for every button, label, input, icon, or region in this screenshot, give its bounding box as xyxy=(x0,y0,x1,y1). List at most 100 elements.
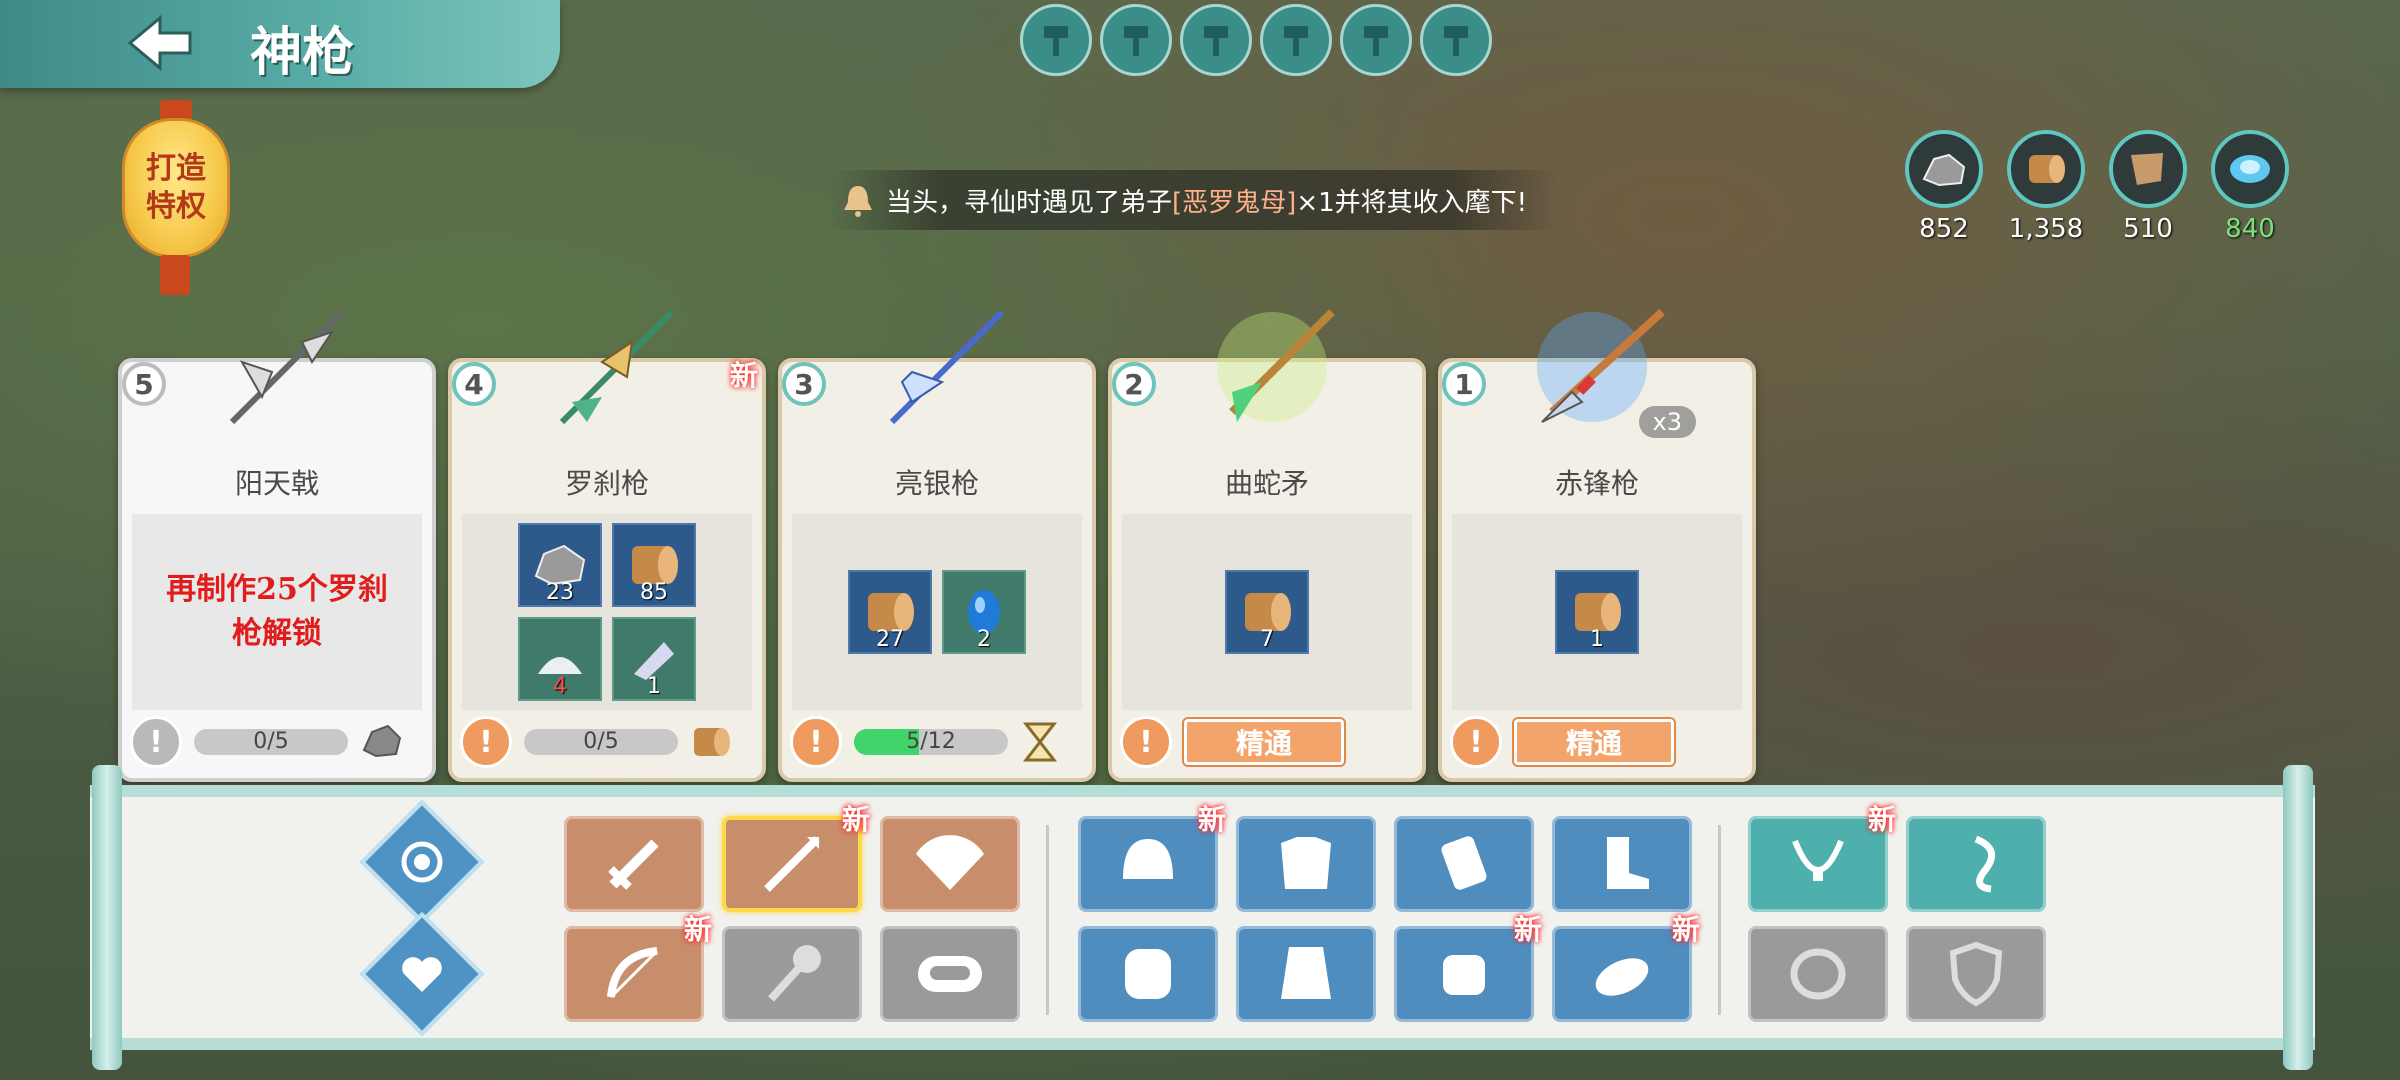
forge-slot-5[interactable] xyxy=(1340,4,1412,76)
resource-leather-value: 510 xyxy=(2123,214,2173,244)
back-arrow-icon xyxy=(127,14,192,72)
material-slot[interactable]: 85 xyxy=(612,523,696,607)
unlock-requirement: 再制作25个罗刹枪解锁 xyxy=(166,572,388,651)
hammer-icon xyxy=(1204,26,1228,56)
page-title: 神枪 xyxy=(250,22,355,83)
mastery-button[interactable]: 精通 xyxy=(1512,717,1676,767)
resource-wood[interactable]: 1,358 xyxy=(2007,130,2085,244)
ring-icon xyxy=(1790,948,1846,1000)
material-grid: 23 85 4 1 xyxy=(518,523,696,701)
ore-icon xyxy=(1922,153,1966,187)
material-slot[interactable]: 2 xyxy=(942,570,1026,654)
spear-icon xyxy=(559,309,675,425)
spear-icon xyxy=(764,836,820,892)
material-slot[interactable]: 1 xyxy=(1555,570,1639,654)
hammer-icon xyxy=(1044,26,1068,56)
serpent-spear-icon xyxy=(1217,309,1335,422)
sword-icon xyxy=(608,839,659,890)
material-slot[interactable]: 7 xyxy=(1225,570,1309,654)
alert-icon[interactable]: ! xyxy=(1450,716,1502,768)
forge-slot-6[interactable] xyxy=(1420,4,1492,76)
card-rank-badge: 5 xyxy=(122,362,166,406)
lantern-label-1: 打造 xyxy=(146,151,206,186)
alert-icon[interactable]: ! xyxy=(1120,716,1172,768)
card-body: 27 2 xyxy=(792,514,1082,710)
wood-icon xyxy=(2029,155,2065,183)
material-slot[interactable]: 27 xyxy=(848,570,932,654)
new-tag: 新 xyxy=(1514,913,1543,946)
back-button[interactable] xyxy=(120,8,200,78)
card-body: 7 xyxy=(1122,514,1412,710)
weapon-card[interactable]: 5 阳天戟 再制作25个罗刹枪解锁 ! 0/5 xyxy=(118,309,436,782)
card-rank-badge: 2 xyxy=(1112,362,1156,406)
resource-ore[interactable]: 852 xyxy=(1905,130,1983,244)
forge-slots xyxy=(1020,4,1492,76)
hammer-icon xyxy=(1364,26,1388,56)
new-tag: 新 xyxy=(1672,913,1701,946)
category-robe-button[interactable] xyxy=(1236,926,1376,1022)
category-pauldron-button[interactable] xyxy=(1078,926,1218,1022)
scroll-rod-right xyxy=(2283,765,2313,1070)
category-helmet-button[interactable] xyxy=(1078,816,1218,912)
category-armor-button[interactable] xyxy=(1236,816,1376,912)
forge-slot-3[interactable] xyxy=(1180,4,1252,76)
card-rank-badge: 3 xyxy=(782,362,826,406)
category-necklace-button[interactable] xyxy=(1748,816,1888,912)
axe-icon xyxy=(768,945,821,1002)
category-bow-button[interactable] xyxy=(564,926,704,1022)
category-axe-button[interactable] xyxy=(722,926,862,1022)
alert-icon[interactable]: ! xyxy=(790,716,842,768)
alert-icon[interactable]: ! xyxy=(130,716,182,768)
material-slot[interactable]: 4 xyxy=(518,617,602,701)
resource-leather[interactable]: 510 xyxy=(2109,130,2187,244)
weapon-cards: 5 阳天戟 再制作25个罗刹枪解锁 ! 0/5 4 新 罗刹枪 23 85 4 … xyxy=(118,309,1756,782)
resource-wood-value: 1,358 xyxy=(2008,214,2084,244)
craft-progress-bar: 0/5 xyxy=(524,729,678,755)
scroll-rod-left xyxy=(92,765,122,1070)
lantern-tassel xyxy=(160,255,190,295)
category-shoes-button[interactable] xyxy=(1552,926,1692,1022)
material-slot[interactable]: 23 xyxy=(518,523,602,607)
category-bracer-button[interactable] xyxy=(1394,816,1534,912)
craft-progress-text: 0/5 xyxy=(253,729,289,754)
heart-icon xyxy=(402,957,442,992)
card-body: 23 85 4 1 xyxy=(462,514,752,710)
card-weapon-name: 阳天戟 xyxy=(234,467,319,500)
weapon-card[interactable]: 4 新 罗刹枪 23 85 4 1 ! 0/5 xyxy=(448,309,766,782)
wood-icon xyxy=(694,728,730,756)
category-charm-button[interactable] xyxy=(1906,816,2046,912)
category-ring-button[interactable] xyxy=(1748,926,1888,1022)
category-mask-button[interactable] xyxy=(880,926,1020,1022)
category-boots-button[interactable] xyxy=(1552,816,1692,912)
forge-slot-4[interactable] xyxy=(1260,4,1332,76)
necklace-icon xyxy=(1792,839,1844,881)
silver-spear-icon xyxy=(889,309,1005,425)
category-spear-button[interactable] xyxy=(722,816,862,912)
weapon-card[interactable]: 2 曲蛇矛 7 ! 精通 xyxy=(1108,309,1426,782)
hourglass-icon xyxy=(1022,722,1058,762)
resource-crystal[interactable]: 840 xyxy=(2211,130,2289,244)
category-fan-button[interactable] xyxy=(880,816,1020,912)
quantity-multiplier: x3 xyxy=(1638,406,1696,438)
hammer-icon xyxy=(1284,26,1308,56)
category-divider xyxy=(1718,825,1721,1015)
weapon-card[interactable]: 1 x3 赤锋枪 1 ! 精通 xyxy=(1438,309,1756,782)
category-gauntlet-button[interactable] xyxy=(1394,926,1534,1022)
shield-icon xyxy=(1949,941,2003,1007)
mastery-button[interactable]: 精通 xyxy=(1182,717,1346,767)
eye-icon xyxy=(401,841,443,883)
craft-progress-text: 5/12 xyxy=(906,729,956,754)
material-slot[interactable]: 1 xyxy=(612,617,696,701)
chest-armor-icon xyxy=(1281,837,1331,889)
category-shield-button[interactable] xyxy=(1906,926,2046,1022)
forge-privilege-button[interactable]: 打造 特权 xyxy=(122,118,230,258)
charm-icon xyxy=(1974,835,1996,893)
alert-icon[interactable]: ! xyxy=(460,716,512,768)
category-sword-button[interactable] xyxy=(564,816,704,912)
craft-progress-bar: 5/12 xyxy=(854,729,1008,755)
weapon-card[interactable]: 3 亮银枪 27 2 ! 5/12 xyxy=(778,309,1096,782)
new-tag: 新 xyxy=(684,913,713,946)
material-grid: 27 2 xyxy=(848,570,1026,654)
forge-slot-2[interactable] xyxy=(1100,4,1172,76)
forge-slot-1[interactable] xyxy=(1020,4,1092,76)
